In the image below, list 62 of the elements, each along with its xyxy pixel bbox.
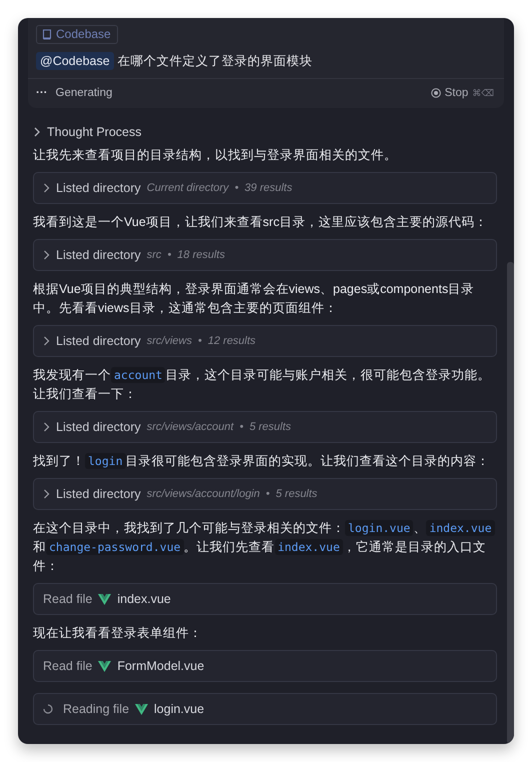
tool-action: Listed directory	[56, 334, 141, 348]
file-name: login.vue	[154, 702, 204, 716]
chevron-icon	[43, 489, 50, 499]
tool-action: Reading file	[63, 702, 130, 716]
spinner-icon	[43, 704, 53, 714]
chevron-icon	[43, 422, 50, 432]
tool-action: Read file	[43, 659, 92, 673]
tool-action: Listed directory	[56, 420, 141, 434]
stop-button[interactable]: Stop	[430, 87, 468, 99]
message-paragraph: 找到了！ login 目录很可能包含登录界面的实现。让我们查看这个目录的内容：	[33, 452, 491, 471]
tool-call-card[interactable]: Listed directory src/views/account • 5 results	[33, 411, 497, 443]
tool-path: src	[146, 249, 162, 261]
tool-action: Listed directory	[56, 487, 141, 501]
tool-action: Listed directory	[56, 181, 141, 195]
bullet-separator: •	[234, 182, 239, 194]
chip-label: Codebase	[56, 27, 111, 42]
chevron-icon	[43, 336, 50, 346]
tool-call-card[interactable]: Listed directory src/views/account/login • 5 results	[33, 478, 497, 510]
message-paragraph: 在这个目录中，我找到了几个可能与登录相关的文件： login.vue 、 index.vue 和 change-password.vue 。让我们先查看 index.vue ，它通常是目录的入口文件：	[33, 519, 497, 576]
thought-process-toggle[interactable]: Thought Process	[33, 125, 497, 139]
tool-path: src/views/account/login	[146, 488, 260, 500]
chevron-icon	[43, 183, 50, 193]
tool-action: Listed directory	[56, 248, 141, 262]
tool-path: Current directory	[146, 182, 229, 194]
tool-call-card[interactable]: Read file index.vue	[33, 583, 497, 615]
mention-tag: @Codebase	[36, 52, 114, 70]
book-icon	[42, 29, 52, 40]
tool-path: src/views	[146, 335, 192, 347]
tool-path: src/views/account	[146, 421, 234, 433]
message-paragraph: 让我先来查看项目的目录结构，以找到与登录界面相关的文件。	[33, 147, 398, 164]
result-count: 39 results	[244, 182, 292, 194]
result-count: 18 results	[177, 249, 225, 261]
message-paragraph: 我发现有一个 account 目录，这个目录可能与账户相关，很可能包含登录功能。让我们查看一下：	[33, 366, 492, 403]
vue-logo-icon	[98, 594, 112, 604]
chevron-icon	[43, 250, 50, 260]
status-label: Generating	[56, 87, 112, 99]
tool-call-card[interactable]: Listed directory src • 18 results	[33, 239, 497, 271]
bullet-separator: •	[167, 249, 172, 261]
scrollbar[interactable]	[507, 262, 514, 744]
message-paragraph: 现在让我看看登录表单组件：	[33, 625, 203, 642]
bullet-separator: •	[266, 488, 270, 500]
message-paragraph: 我看到这是一个Vue项目，让我们来查看src目录，这里应该包含主要的源代码：	[33, 214, 488, 231]
vue-logo-icon	[135, 704, 148, 714]
vue-logo-icon	[98, 660, 112, 672]
shortcut-hint: ⌘⌫	[472, 88, 494, 98]
bullet-separator: •	[198, 335, 202, 347]
file-name: FormModel.vue	[117, 659, 204, 673]
result-count: 12 results	[208, 335, 256, 347]
tool-call-card[interactable]: Listed directory src/views • 12 results	[33, 325, 497, 357]
file-name: index.vue	[117, 592, 171, 606]
result-count: 5 results	[249, 421, 292, 433]
query-text: 在哪个文件定义了登录的界面模块	[118, 52, 313, 70]
tool-call-card[interactable]: Reading file login.vue	[33, 693, 497, 725]
stop-icon	[430, 88, 441, 98]
message-paragraph: 根据Vue项目的典型结构，登录界面通常会在views、pages或components目录中。先看看views目录，这通常包含主要的页面组件：	[33, 281, 476, 317]
tool-call-card[interactable]: Listed directory Current directory • 39 results	[33, 172, 497, 204]
result-count: 5 results	[276, 488, 318, 500]
dots-icon: ···	[36, 87, 48, 99]
bullet-separator: •	[240, 421, 244, 433]
tool-call-card[interactable]: Read file FormModel.vue	[33, 650, 497, 682]
tool-action: Read file	[43, 592, 92, 606]
context-chip[interactable]: Codebase	[36, 25, 118, 44]
